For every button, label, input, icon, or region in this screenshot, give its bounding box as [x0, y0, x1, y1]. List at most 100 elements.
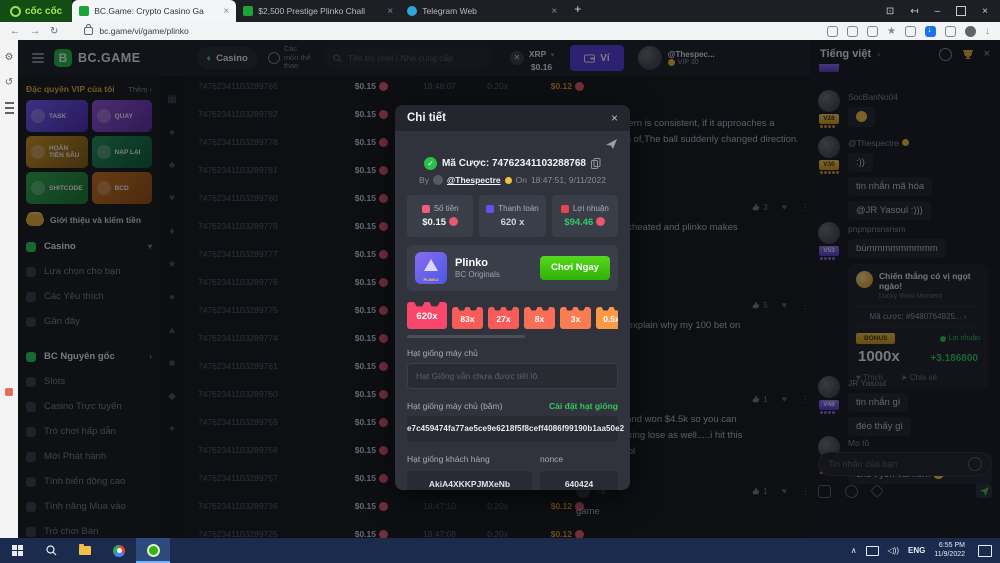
action-center-icon[interactable]: [978, 545, 992, 557]
reading-list-icon[interactable]: [5, 102, 14, 114]
multiplier-chip[interactable]: 8x: [524, 307, 555, 329]
tray-expand-icon[interactable]: ∧: [851, 546, 857, 555]
chrome-button[interactable]: [102, 538, 136, 563]
system-tray: ∧ ◁)) ENG 6:55 PM 11/9/2022: [851, 542, 1000, 559]
lock-icon[interactable]: [84, 27, 93, 35]
amount-icon: [422, 205, 430, 213]
tab-title: BC.Game: Crypto Casino Ga: [94, 6, 218, 16]
address-bar: ← → ↻ bc.game/vi/game/plinko ★ ↓: [0, 22, 1000, 40]
toolbar-icons: ★ ↓: [827, 26, 1000, 37]
close-tab-icon[interactable]: ×: [387, 6, 393, 17]
coccoc-button[interactable]: [136, 538, 170, 563]
download-active-icon[interactable]: [925, 26, 936, 37]
medal-icon: [505, 177, 512, 184]
extension-icon[interactable]: [945, 26, 956, 37]
shield-icon[interactable]: [905, 26, 916, 37]
start-button[interactable]: [0, 538, 34, 563]
save-page-icon[interactable]: [827, 26, 838, 37]
settings-gear-icon[interactable]: ⚙: [5, 52, 14, 63]
server-seed-input[interactable]: Hạt Giống vẫn chưa được tiết lộ.: [407, 363, 618, 389]
file-explorer-button[interactable]: [68, 538, 102, 563]
client-seed-label: Hạt giống khách hàng: [407, 454, 532, 464]
tab-title: $2,500 Prestige Plinko Chall: [258, 6, 382, 16]
volume-icon[interactable]: ◁)): [888, 546, 899, 555]
bet-id-row: ✓ Mã Cược: 74762341103288768: [407, 157, 618, 170]
bet-detail-modal: Chi tiết × ✓ Mã Cược: 74762341103288768 …: [395, 105, 630, 490]
payout-icon: [486, 205, 494, 213]
coin-icon: [449, 217, 458, 226]
downloads-icon[interactable]: ↓: [985, 26, 990, 37]
bet-id: Mã Cược: 74762341103288768: [442, 158, 586, 169]
coccoc-logo-icon: [10, 6, 21, 17]
game-name: Plinko: [455, 257, 500, 270]
browser-logo: cốc cốc: [0, 0, 72, 22]
share-icon[interactable]: [867, 26, 878, 37]
multiplier-chip[interactable]: 3x: [560, 307, 591, 329]
game-provider: BC Originals: [455, 270, 500, 279]
share-bet-icon[interactable]: [605, 138, 618, 150]
close-tab-icon[interactable]: ×: [223, 6, 229, 17]
history-icon[interactable]: ↺: [5, 77, 13, 88]
url-text[interactable]: bc.game/vi/game/plinko: [99, 26, 188, 36]
stat-payout: Thanh toán 620 x: [479, 195, 545, 237]
multiplier-chip[interactable]: 27x: [488, 307, 519, 329]
bcgame-favicon: [243, 6, 253, 16]
server-seed-hash-label: Hạt giống máy chủ (băm): [407, 401, 502, 411]
back-button[interactable]: ←: [10, 26, 20, 37]
browser-sidebar-strip: ⚙ ↺: [0, 40, 18, 538]
plinko-thumbnail[interactable]: [415, 252, 447, 284]
taskbar-search-button[interactable]: [34, 538, 68, 563]
set-seed-link[interactable]: Cài đặt hạt giống: [549, 401, 618, 411]
telegram-favicon: [407, 6, 417, 16]
close-tab-icon[interactable]: ×: [551, 6, 557, 17]
minimize-button[interactable]: –: [935, 6, 941, 17]
verified-check-icon: ✓: [424, 157, 437, 170]
play-now-button[interactable]: Chơi Ngay: [540, 256, 610, 280]
close-window-button[interactable]: ×: [982, 6, 988, 17]
coin-icon: [596, 217, 605, 226]
multiplier-chip[interactable]: 620x: [407, 302, 447, 329]
bet-stats: Số tiền $0.15 Thanh toán 620 x Lợi nhuận…: [407, 195, 618, 237]
multiplier-chip[interactable]: 0.5x: [596, 307, 618, 329]
server-seed-hash-value[interactable]: e7c459474fa77ae5ce9e6218f5f8ceff4086f991…: [407, 416, 618, 442]
screen: cốc cốc BC.Game: Crypto Casino Ga × $2,5…: [0, 0, 1000, 563]
bcgame-favicon: [79, 6, 89, 16]
hot-news-icon[interactable]: [5, 388, 13, 396]
profile-avatar-icon[interactable]: [965, 26, 976, 37]
chips-scrollbar[interactable]: [407, 335, 525, 338]
windows-taskbar: ∧ ◁)) ENG 6:55 PM 11/9/2022: [0, 538, 1000, 563]
client-seed-value[interactable]: AkiA4XKKPJMXeNb: [407, 471, 532, 490]
modal-title: Chi tiết: [407, 112, 611, 124]
nonce-value[interactable]: 640424: [540, 471, 618, 490]
tab-title: Telegram Web: [422, 6, 546, 16]
tab-telegram[interactable]: Telegram Web ×: [400, 0, 564, 22]
window-controls: ⊡ ↤ – ×: [886, 0, 1000, 22]
avatar: [433, 175, 443, 185]
close-modal-icon[interactable]: ×: [611, 111, 618, 125]
tab-bcgame[interactable]: BC.Game: Crypto Casino Ga ×: [72, 0, 236, 22]
server-seed-label: Hạt giống máy chủ: [407, 348, 618, 358]
stat-profit: Lợi nhuận $94.46: [552, 195, 618, 237]
multiplier-chips: 620x 83x 27x 8x 3x 0.5x 0.2x 0.2x 0.2x 0…: [407, 301, 618, 329]
pin-window-icon[interactable]: ↤: [910, 6, 918, 17]
translate-icon[interactable]: [847, 26, 858, 37]
reload-button[interactable]: ↻: [50, 26, 58, 37]
game-row: Plinko BC Originals Chơi Ngay: [407, 245, 618, 291]
maximize-button[interactable]: [956, 6, 966, 16]
language-indicator[interactable]: ENG: [908, 546, 925, 555]
search-icon: [46, 545, 57, 556]
taskbar-clock[interactable]: 6:55 PM 11/9/2022: [934, 542, 965, 559]
bet-user-link[interactable]: @Thespectre: [447, 175, 501, 185]
multiplier-chip[interactable]: 83x: [452, 307, 483, 329]
new-tab-button[interactable]: +: [564, 0, 591, 22]
bet-datetime: 18:47:51, 9/11/2022: [531, 175, 606, 185]
forward-button[interactable]: →: [30, 26, 40, 37]
profit-icon: [561, 205, 569, 213]
bcgame-site: B BC.GAME ♦ Casino Các môn thể thao Tên …: [18, 40, 1000, 538]
browser-nav: ← → ↻: [0, 26, 68, 37]
copy-icon[interactable]: [591, 158, 601, 169]
tab-plinko-challenge[interactable]: $2,500 Prestige Plinko Chall ×: [236, 0, 400, 22]
reader-mode-icon[interactable]: ⊡: [886, 6, 894, 17]
network-icon[interactable]: [866, 546, 879, 556]
bookmark-star-icon[interactable]: ★: [887, 26, 896, 37]
